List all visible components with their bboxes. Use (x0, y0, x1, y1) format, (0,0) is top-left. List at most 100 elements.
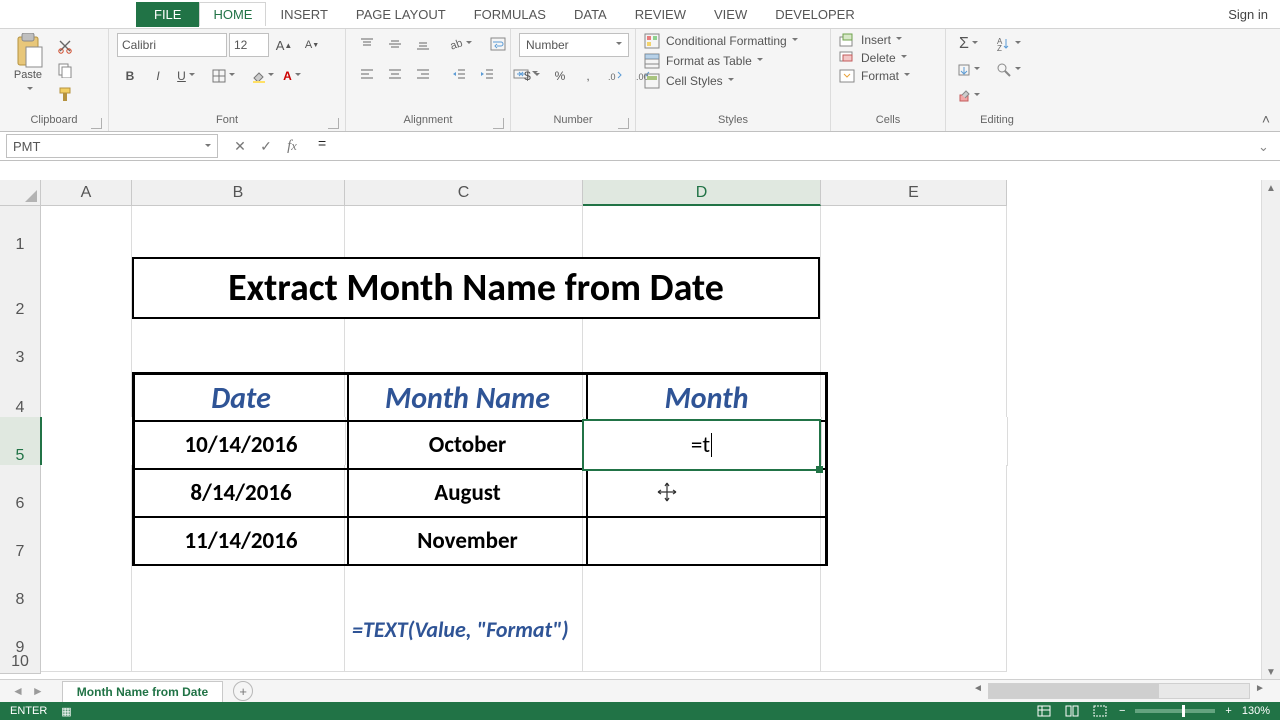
row-header-1[interactable]: 1 (0, 206, 41, 257)
tab-view[interactable]: VIEW (700, 2, 761, 27)
dialog-launcher-icon[interactable] (91, 118, 102, 129)
cell-C7[interactable]: November (348, 516, 587, 566)
header-date[interactable]: Date (134, 374, 348, 422)
macro-record-icon[interactable]: ▦ (61, 705, 71, 718)
number-format-combo[interactable]: Number (519, 33, 629, 57)
normal-view-button[interactable] (1035, 704, 1053, 718)
underline-button[interactable]: U (173, 65, 199, 87)
namebox-dropdown-icon[interactable] (202, 139, 211, 154)
autosum-button[interactable]: Σ (954, 33, 983, 55)
active-cell-D5[interactable]: =t (582, 419, 821, 471)
paste-dropdown-icon[interactable] (24, 81, 33, 99)
row-header-3[interactable]: 3 (0, 319, 41, 370)
zoom-in-button[interactable]: + (1225, 705, 1231, 717)
cell-C6[interactable]: August (348, 468, 587, 518)
tab-developer[interactable]: DEVELOPER (761, 2, 868, 27)
horizontal-scrollbar[interactable]: ◄ ► (970, 683, 1268, 699)
align-left-button[interactable] (354, 63, 380, 85)
sign-in-link[interactable]: Sign in (1228, 7, 1268, 22)
page-break-view-button[interactable] (1091, 704, 1109, 718)
title-cell[interactable]: Extract Month Name from Date (132, 257, 820, 319)
collapse-ribbon-button[interactable]: ˄ (1262, 111, 1270, 127)
row-header-2[interactable]: 2 (0, 254, 41, 322)
tab-home[interactable]: HOME (199, 2, 266, 26)
fill-handle[interactable] (816, 466, 823, 473)
italic-button[interactable]: I (145, 65, 171, 87)
dialog-launcher-icon[interactable] (618, 118, 629, 129)
cell-D7[interactable] (587, 516, 826, 566)
sort-filter-button[interactable]: AZ (993, 33, 1024, 55)
header-monthname[interactable]: Month Name (348, 374, 587, 422)
sheet-nav-next[interactable]: ► (32, 684, 44, 698)
col-header-D[interactable]: D (583, 180, 821, 206)
format-painter-button[interactable] (52, 83, 78, 105)
wrap-text-button[interactable] (485, 33, 511, 55)
align-middle-button[interactable] (382, 33, 408, 55)
border-button[interactable] (209, 65, 238, 87)
expand-formula-bar-button[interactable]: ⌄ (1258, 139, 1272, 153)
clear-button[interactable] (954, 85, 983, 107)
font-color-button[interactable]: A (279, 65, 305, 87)
delete-cells-button[interactable]: Delete (839, 51, 907, 65)
bold-button[interactable]: B (117, 65, 143, 87)
cell-B7[interactable]: 11/14/2016 (134, 516, 348, 566)
tab-file[interactable]: FILE (136, 2, 199, 27)
vertical-scrollbar[interactable]: ▲ ▼ (1261, 180, 1280, 682)
align-right-button[interactable] (410, 63, 436, 85)
sheet-nav-prev[interactable]: ◄ (12, 684, 24, 698)
scroll-right-arrow[interactable]: ► (1252, 683, 1268, 699)
name-box[interactable]: PMT (6, 134, 218, 158)
col-header-B[interactable]: B (132, 180, 345, 206)
enter-formula-button[interactable]: ✓ (254, 135, 278, 157)
header-month[interactable]: Month (587, 374, 826, 422)
dialog-launcher-icon[interactable] (328, 118, 339, 129)
increase-indent-button[interactable] (474, 63, 500, 85)
col-header-C[interactable]: C (345, 180, 583, 206)
tab-pagelayout[interactable]: PAGE LAYOUT (342, 2, 460, 27)
dialog-launcher-icon[interactable] (493, 118, 504, 129)
row-header-7[interactable]: 7 (0, 513, 41, 564)
decrease-font-button[interactable]: A▼ (299, 34, 325, 56)
conditional-formatting-button[interactable]: Conditional Formatting (644, 33, 798, 49)
align-top-button[interactable] (354, 33, 380, 55)
fill-button[interactable] (954, 59, 983, 81)
col-header-A[interactable]: A (41, 180, 132, 206)
row-header-8[interactable]: 8 (0, 561, 41, 612)
insert-cells-button[interactable]: Insert (839, 33, 902, 47)
font-size-combo[interactable] (229, 33, 269, 57)
cell-styles-button[interactable]: Cell Styles (644, 73, 734, 89)
zoom-out-button[interactable]: − (1119, 705, 1125, 717)
formula-input[interactable]: = (314, 135, 1238, 157)
scroll-left-arrow[interactable]: ◄ (970, 683, 986, 699)
select-all-corner[interactable] (0, 180, 41, 206)
align-bottom-button[interactable] (410, 33, 436, 55)
format-as-table-button[interactable]: Format as Table (644, 53, 763, 69)
tab-review[interactable]: REVIEW (621, 2, 700, 27)
tab-insert[interactable]: INSERT (266, 2, 341, 27)
font-name-combo[interactable] (117, 33, 227, 57)
cell-D6[interactable] (587, 468, 826, 518)
page-layout-view-button[interactable] (1063, 704, 1081, 718)
scroll-up-arrow[interactable]: ▲ (1262, 180, 1280, 198)
cut-button[interactable] (52, 35, 78, 57)
cancel-formula-button[interactable]: ✕ (228, 135, 252, 157)
cell-B6[interactable]: 8/14/2016 (134, 468, 348, 518)
cell-B5[interactable]: 10/14/2016 (134, 420, 348, 470)
find-select-button[interactable] (993, 59, 1024, 81)
tab-formulas[interactable]: FORMULAS (460, 2, 560, 27)
fill-color-button[interactable] (248, 65, 277, 87)
increase-font-button[interactable]: A▲ (271, 34, 297, 56)
insert-function-button[interactable]: fx (280, 135, 304, 157)
hscroll-thumb[interactable] (989, 684, 1159, 698)
worksheet-grid[interactable]: A B C D E 1 2 3 4 5 6 7 8 9 10 Extract M… (0, 180, 1280, 682)
row-header-5[interactable]: 5 (0, 417, 42, 468)
new-sheet-button[interactable]: + (233, 681, 253, 701)
zoom-level[interactable]: 130% (1242, 705, 1270, 717)
row-header-6[interactable]: 6 (0, 465, 41, 516)
copy-button[interactable] (52, 59, 78, 81)
row-header-4[interactable]: 4 (0, 367, 41, 420)
increase-decimal-button[interactable]: .0 (603, 65, 629, 87)
hint-formula[interactable]: =TEXT(Value, "Format") (352, 616, 569, 643)
comma-style-button[interactable]: , (575, 65, 601, 87)
row-header-10[interactable]: 10 (0, 657, 41, 674)
